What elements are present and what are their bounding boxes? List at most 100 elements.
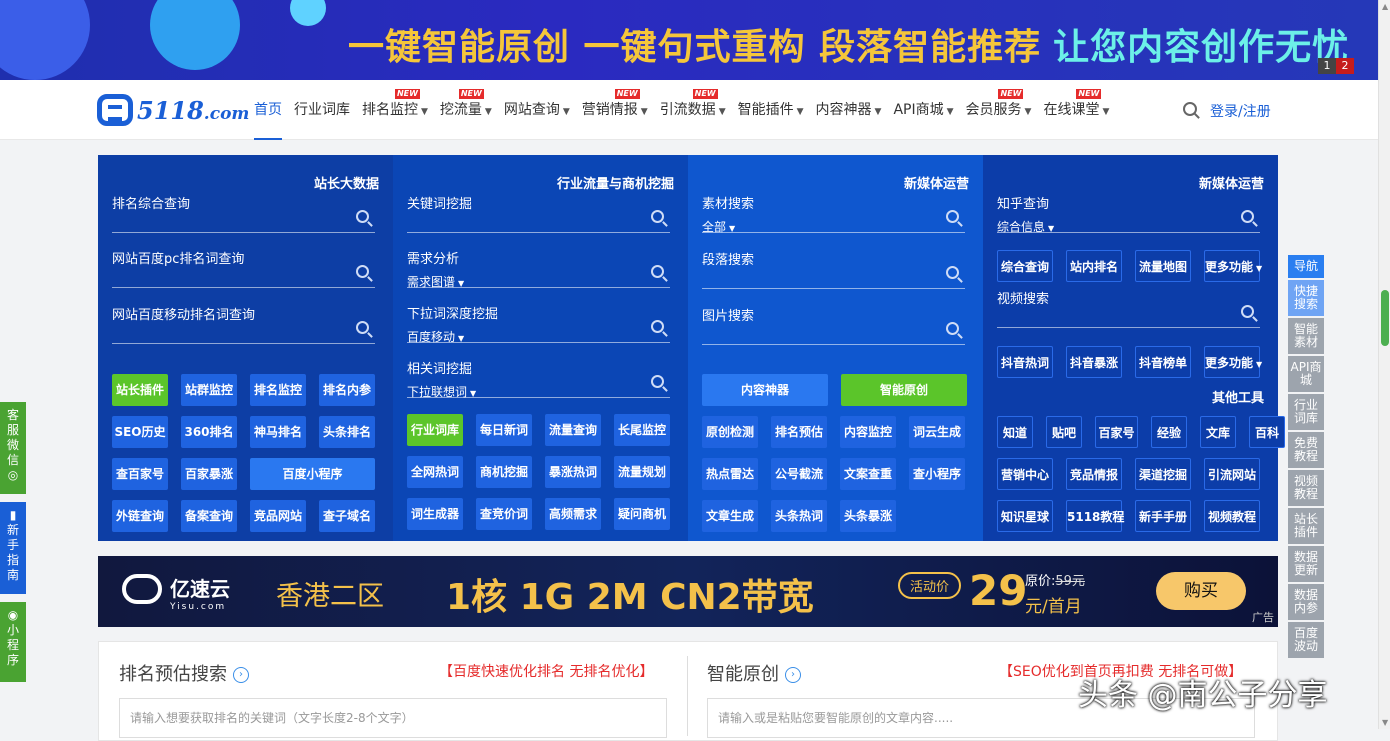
- keyword-input[interactable]: 请输入想要获取排名的关键词（文字长度2-8个文字）: [119, 698, 667, 738]
- tool-button[interactable]: 备案查询: [181, 500, 237, 532]
- tool-button[interactable]: 经验: [1151, 416, 1187, 448]
- tool-button[interactable]: 知道: [997, 416, 1033, 448]
- quick-nav-item[interactable]: 数据内参: [1288, 584, 1324, 620]
- scrollbar[interactable]: ▲ ▼: [1378, 0, 1390, 729]
- tool-button[interactable]: 百家暴涨: [181, 458, 237, 490]
- search-field[interactable]: 下拉词深度挖掘 百度移动 ▼: [407, 303, 670, 345]
- info-icon[interactable]: ›: [233, 667, 249, 683]
- nav-item[interactable]: 网站查询 ▼: [504, 80, 570, 140]
- quick-nav-item[interactable]: 导航: [1288, 255, 1324, 278]
- ad-banner[interactable]: 亿速云 Yisu.com 香港二区 1核 1G 2M CN2带宽 活动价 29 原…: [98, 556, 1278, 627]
- tool-button[interactable]: 360排名: [181, 416, 237, 448]
- tool-button[interactable]: 站内排名: [1066, 250, 1122, 282]
- site-logo[interactable]: 5118.com: [97, 94, 249, 126]
- field-dropdown[interactable]: 百度移动 ▼: [407, 328, 670, 345]
- search-field[interactable]: 段落搜索: [702, 249, 965, 289]
- banner-page-2[interactable]: 2: [1336, 58, 1354, 74]
- search-field[interactable]: 关键词挖掘: [407, 193, 670, 233]
- tool-button[interactable]: 头条排名: [319, 416, 375, 448]
- nav-item[interactable]: 会员服务 ▼ NEW: [966, 80, 1031, 140]
- tool-button[interactable]: 头条热词: [771, 500, 827, 532]
- tool-button[interactable]: 疑问商机: [614, 498, 670, 530]
- quick-nav-item[interactable]: 视频教程: [1288, 470, 1324, 506]
- tool-button[interactable]: 文库: [1200, 416, 1236, 448]
- tool-button[interactable]: 神马排名: [250, 416, 306, 448]
- tool-button[interactable]: 更多功能 ▼: [1204, 250, 1262, 282]
- search-field[interactable]: 素材搜索 全部 ▼: [702, 193, 965, 235]
- search-icon[interactable]: [1241, 305, 1254, 318]
- quick-nav-item[interactable]: 智能素材: [1288, 318, 1324, 354]
- quick-nav-item[interactable]: 百度波动: [1288, 622, 1324, 658]
- nav-item[interactable]: 内容神器 ▼: [816, 80, 882, 140]
- search-field[interactable]: 知乎查询 综合信息 ▼: [997, 193, 1260, 234]
- tool-button[interactable]: 排名监控: [250, 374, 306, 406]
- nav-item[interactable]: 营销情报 ▼ NEW: [582, 80, 648, 140]
- quick-nav-item[interactable]: 站长插件: [1288, 508, 1324, 544]
- tool-button[interactable]: 抖音榜单: [1135, 346, 1191, 378]
- search-icon[interactable]: [356, 210, 369, 223]
- tool-button[interactable]: 5118教程: [1066, 500, 1124, 532]
- scroll-up-icon[interactable]: ▲: [1382, 2, 1388, 11]
- search-field[interactable]: 视频搜索: [997, 288, 1260, 328]
- tool-button[interactable]: 查小程序: [909, 458, 965, 490]
- tool-button[interactable]: 热点雷达: [702, 458, 758, 490]
- tool-button[interactable]: 百度小程序: [250, 458, 375, 490]
- tool-button[interactable]: 头条暴涨: [840, 500, 896, 532]
- tool-button[interactable]: 文章生成: [702, 500, 758, 532]
- scroll-thumb[interactable]: [1381, 290, 1389, 346]
- tool-button[interactable]: 长尾监控: [614, 414, 670, 446]
- search-icon[interactable]: [356, 321, 369, 334]
- search-field[interactable]: 相关词挖掘 下拉联想词 ▼: [407, 358, 670, 400]
- nav-item[interactable]: API商城 ▼: [893, 80, 953, 140]
- search-field[interactable]: 排名综合查询: [112, 193, 375, 233]
- tool-button[interactable]: 公号截流: [771, 458, 827, 490]
- nav-item[interactable]: 在线课堂 ▼ NEW: [1043, 80, 1109, 140]
- tool-button[interactable]: 查子域名: [319, 500, 375, 532]
- tool-button[interactable]: 贴吧: [1046, 416, 1082, 448]
- tool-button[interactable]: 商机挖掘: [476, 456, 532, 488]
- tool-button[interactable]: 更多功能 ▼: [1204, 346, 1262, 378]
- tool-button[interactable]: 新手手册: [1135, 500, 1191, 532]
- quick-nav-item[interactable]: 数据更新: [1288, 546, 1324, 582]
- search-icon[interactable]: [651, 375, 664, 388]
- tool-button[interactable]: 外链查询: [112, 500, 168, 532]
- nav-item[interactable]: 挖流量 ▼ NEW: [440, 80, 492, 140]
- tool-button[interactable]: 词云生成: [909, 416, 965, 448]
- tool-button[interactable]: 站长插件: [112, 374, 168, 406]
- tool-button[interactable]: 竞品网站: [250, 500, 306, 532]
- tool-button[interactable]: 每日新词: [476, 414, 532, 446]
- tool-button[interactable]: 行业词库: [407, 414, 463, 446]
- search-icon[interactable]: [946, 266, 959, 279]
- tool-button[interactable]: 暴涨热词: [545, 456, 601, 488]
- tool-button[interactable]: 原创检测: [702, 416, 758, 448]
- tool-button[interactable]: 排名预估: [771, 416, 827, 448]
- tool-button[interactable]: SEO历史: [112, 416, 168, 448]
- search-field[interactable]: 网站百度pc排名词查询: [112, 248, 375, 288]
- tool-button[interactable]: 百家号: [1095, 416, 1138, 448]
- field-dropdown[interactable]: 全部 ▼: [702, 218, 965, 235]
- tool-button[interactable]: 流量地图: [1135, 250, 1191, 282]
- customer-service-wechat[interactable]: 客服微信 ◎: [0, 402, 26, 494]
- quick-nav-item[interactable]: 免费教程: [1288, 432, 1324, 468]
- tool-button[interactable]: 词生成器: [407, 498, 463, 530]
- promo-link[interactable]: 【百度快速优化排名 无排名优化】: [439, 661, 653, 681]
- tool-button[interactable]: 综合查询: [997, 250, 1053, 282]
- buy-button[interactable]: 购买: [1156, 572, 1246, 610]
- nav-item[interactable]: 智能插件 ▼: [738, 80, 804, 140]
- search-field[interactable]: 需求分析 需求图谱 ▼: [407, 248, 670, 289]
- tool-button[interactable]: 查百家号: [112, 458, 168, 490]
- tool-button[interactable]: 知识星球: [997, 500, 1053, 532]
- tool-button[interactable]: 文案查重: [840, 458, 896, 490]
- nav-item[interactable]: 排名监控 ▼ NEW: [362, 80, 428, 140]
- search-icon[interactable]: [356, 265, 369, 278]
- quick-nav-item[interactable]: 快捷搜索: [1288, 280, 1324, 316]
- nav-item[interactable]: 引流数据 ▼ NEW: [660, 80, 726, 140]
- tool-button[interactable]: 视频教程: [1204, 500, 1260, 532]
- tool-button[interactable]: 流量规划: [614, 456, 670, 488]
- top-banner[interactable]: 一键智能原创 一键句式重构 段落智能推荐 让您内容创作无忧 1 2: [0, 0, 1378, 80]
- tool-button[interactable]: 内容神器: [702, 374, 828, 406]
- search-icon[interactable]: [651, 265, 664, 278]
- tool-button[interactable]: 百科: [1249, 416, 1285, 448]
- field-dropdown[interactable]: 下拉联想词 ▼: [407, 383, 670, 400]
- search-field[interactable]: 图片搜索: [702, 305, 965, 345]
